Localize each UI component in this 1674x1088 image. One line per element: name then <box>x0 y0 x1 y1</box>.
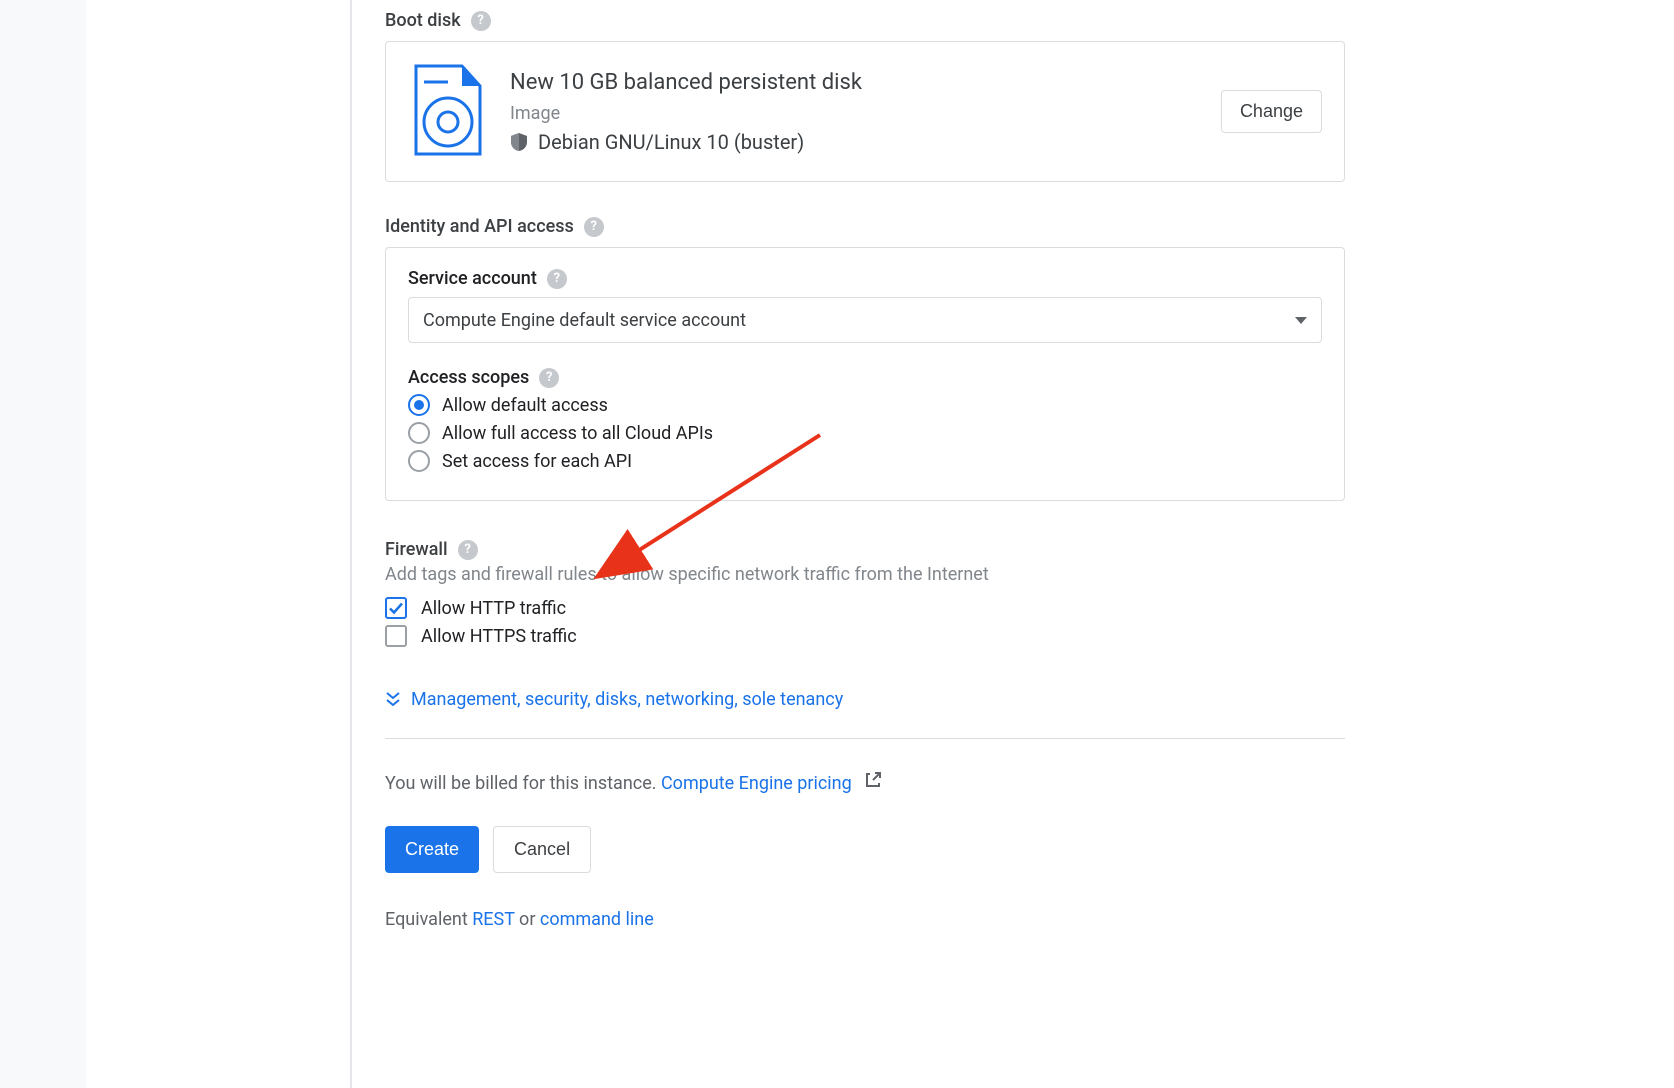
create-button[interactable]: Create <box>385 826 479 873</box>
divider <box>385 738 1345 739</box>
check-icon <box>388 600 404 616</box>
identity-title-row: Identity and API access ? <box>385 216 1345 237</box>
advanced-expander[interactable]: Management, security, disks, networking,… <box>385 689 1345 710</box>
radio-default-label: Allow default access <box>442 395 608 416</box>
help-icon[interactable]: ? <box>539 368 559 388</box>
help-icon[interactable]: ? <box>458 540 478 560</box>
firewall-title: Firewall <box>385 539 448 560</box>
image-label: Image <box>510 103 1197 124</box>
chevron-down-icon <box>1295 317 1307 324</box>
pricing-link[interactable]: Compute Engine pricing <box>661 773 852 794</box>
firewall-title-row: Firewall ? <box>385 539 1345 560</box>
radio-default-access[interactable] <box>408 394 430 416</box>
change-button[interactable]: Change <box>1221 90 1322 133</box>
boot-disk-title-row: Boot disk ? <box>385 10 1345 31</box>
identity-card: Service account ? Compute Engine default… <box>385 247 1345 501</box>
equivalent-row: Equivalent REST or command line <box>385 909 1345 930</box>
radio-each-label: Set access for each API <box>442 451 632 472</box>
shield-icon <box>510 132 528 152</box>
firewall-desc: Add tags and firewall rules to allow spe… <box>385 564 1345 585</box>
equivalent-mid: or <box>515 909 540 930</box>
billing-note: You will be billed for this instance. Co… <box>385 771 1345 794</box>
cmdline-link[interactable]: command line <box>540 909 654 930</box>
checkbox-http[interactable] <box>385 597 407 619</box>
boot-disk-summary: New 10 GB balanced persistent disk <box>510 70 1197 95</box>
equivalent-prefix: Equivalent <box>385 909 472 930</box>
double-chevron-down-icon <box>385 691 401 709</box>
radio-full-access[interactable] <box>408 422 430 444</box>
cancel-button[interactable]: Cancel <box>493 826 591 873</box>
radio-full-label: Allow full access to all Cloud APIs <box>442 423 713 444</box>
rest-link[interactable]: REST <box>472 909 514 930</box>
access-scopes-label: Access scopes <box>408 367 529 388</box>
access-scopes-label-row: Access scopes ? <box>408 367 1322 388</box>
checkbox-https-label: Allow HTTPS traffic <box>421 626 577 647</box>
help-icon[interactable]: ? <box>471 11 491 31</box>
disk-icon <box>408 64 486 159</box>
checkbox-https[interactable] <box>385 625 407 647</box>
service-account-label: Service account <box>408 268 537 289</box>
help-icon[interactable]: ? <box>584 217 604 237</box>
boot-disk-card: New 10 GB balanced persistent disk Image… <box>385 41 1345 182</box>
service-account-value: Compute Engine default service account <box>423 310 746 331</box>
identity-title: Identity and API access <box>385 216 574 237</box>
vertical-divider <box>350 0 352 1088</box>
os-name: Debian GNU/Linux 10 (buster) <box>538 130 804 154</box>
external-link-icon <box>864 771 882 794</box>
help-icon[interactable]: ? <box>547 269 567 289</box>
service-account-select[interactable]: Compute Engine default service account <box>408 297 1322 343</box>
advanced-expander-label: Management, security, disks, networking,… <box>411 689 843 710</box>
boot-disk-title: Boot disk <box>385 10 461 31</box>
service-account-label-row: Service account ? <box>408 268 1322 289</box>
left-gutter <box>0 0 86 1088</box>
radio-each-api[interactable] <box>408 450 430 472</box>
billing-prefix: You will be billed for this instance. <box>385 773 661 794</box>
checkbox-http-label: Allow HTTP traffic <box>421 598 566 619</box>
os-row: Debian GNU/Linux 10 (buster) <box>510 130 1197 154</box>
